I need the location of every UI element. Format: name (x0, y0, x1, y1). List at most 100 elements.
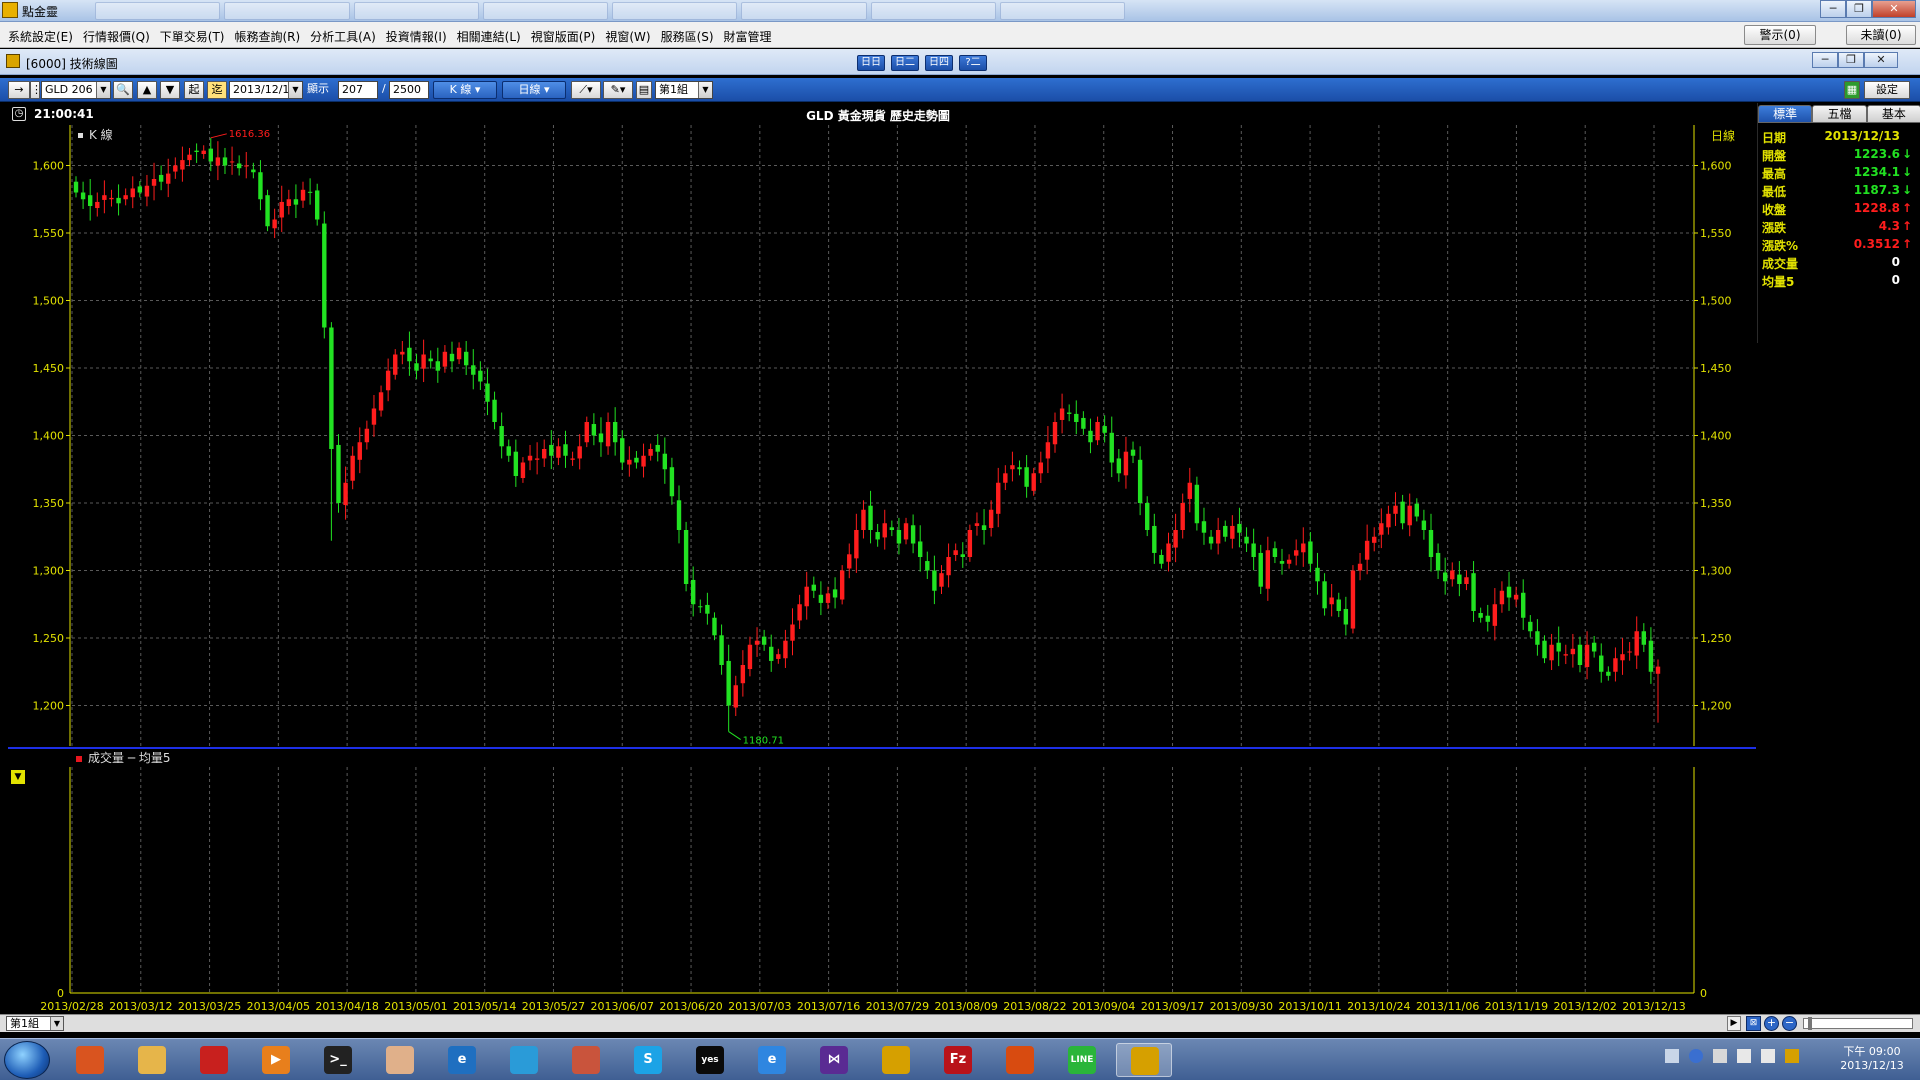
candle-body[interactable] (435, 361, 441, 371)
candle-body[interactable] (1599, 655, 1604, 672)
zoom-fit-button[interactable]: ⊠ (1746, 1016, 1761, 1031)
candle-body[interactable] (1478, 613, 1483, 618)
ghost-tab[interactable] (95, 2, 221, 20)
candle-body[interactable] (1279, 561, 1285, 564)
candle-body[interactable] (322, 223, 327, 328)
menu-item[interactable]: 相關連結(L) (457, 28, 521, 45)
taskbar-item-mascot[interactable] (372, 1043, 428, 1077)
taskbar-item-ie[interactable]: e (744, 1043, 800, 1077)
candle-body[interactable] (1258, 552, 1263, 587)
candle-body[interactable] (1457, 574, 1462, 584)
candle-body[interactable] (499, 426, 504, 447)
tab-five-levels[interactable]: 五檔 (1812, 105, 1867, 123)
candle-body[interactable] (953, 550, 958, 555)
candle-body[interactable] (350, 455, 355, 481)
candle-body[interactable] (1570, 648, 1576, 655)
candle-body[interactable] (1542, 640, 1547, 659)
candle-body[interactable] (634, 457, 639, 463)
candle-body[interactable] (1329, 597, 1334, 605)
candle-body[interactable] (776, 654, 781, 659)
candle-body[interactable] (1088, 430, 1093, 443)
candle-body[interactable] (180, 160, 185, 170)
menu-item[interactable]: 服務區(S) (661, 28, 714, 45)
candle-body[interactable] (1066, 412, 1072, 414)
menu-item[interactable]: 系統設定(E) (8, 28, 73, 45)
tray-help-icon[interactable] (1689, 1049, 1703, 1063)
candle-body[interactable] (95, 201, 100, 209)
candle-body[interactable] (584, 422, 589, 443)
candle-body[interactable] (1648, 640, 1654, 672)
candle-body[interactable] (158, 174, 164, 182)
candle-body[interactable] (549, 444, 554, 456)
candle-body[interactable] (1343, 608, 1349, 625)
candle-body[interactable] (690, 579, 696, 605)
candle-body[interactable] (393, 354, 398, 375)
candle-body[interactable] (137, 186, 143, 193)
candle-body[interactable] (868, 505, 873, 530)
candle-body[interactable] (400, 351, 405, 355)
candle-body[interactable] (80, 192, 86, 200)
candle-body[interactable] (520, 462, 526, 479)
menu-item[interactable]: 行情報價(Q) (83, 28, 150, 45)
candle-body[interactable] (655, 444, 660, 452)
alert-button[interactable]: 警示(0) (1744, 25, 1816, 45)
candle-body[interactable] (208, 148, 213, 162)
menu-item[interactable]: 分析工具(A) (310, 28, 376, 45)
candle-body[interactable] (73, 181, 79, 193)
candle-body[interactable] (769, 646, 774, 661)
previous-symbol-button[interactable]: ▲ (137, 81, 157, 99)
candle-body[interactable] (1442, 572, 1448, 582)
candle-body[interactable] (1627, 651, 1632, 653)
candle-body[interactable] (1464, 577, 1469, 584)
menu-item[interactable]: 視窗(W) (605, 28, 650, 45)
chart-type-dropdown[interactable]: K 線 ▾ (433, 81, 497, 99)
end-date-button[interactable]: 迄 (207, 81, 227, 99)
candle-body[interactable] (1428, 530, 1434, 557)
candle-body[interactable] (1364, 540, 1370, 560)
candle-body[interactable] (598, 433, 604, 443)
ghost-tab[interactable] (353, 2, 479, 20)
candle-body[interactable] (832, 589, 838, 598)
candle-body[interactable] (236, 163, 242, 169)
grid-toggle-button[interactable]: ⋮ (30, 81, 42, 99)
candle-body[interactable] (903, 523, 909, 540)
candle-body[interactable] (1201, 521, 1207, 533)
candle-body[interactable] (1031, 473, 1036, 491)
candle-body[interactable] (754, 640, 760, 645)
candle-body[interactable] (591, 424, 597, 436)
candle-body[interactable] (471, 365, 476, 375)
ghost-tab[interactable] (741, 2, 867, 20)
candle-body[interactable] (286, 199, 292, 206)
candle-body[interactable] (315, 190, 320, 220)
candle-body[interactable] (1166, 543, 1171, 562)
candle-body[interactable] (492, 399, 497, 422)
candle-body[interactable] (144, 185, 150, 197)
candle-body[interactable] (1123, 451, 1129, 476)
candle-body[interactable] (740, 665, 746, 684)
candle-body[interactable] (1521, 592, 1526, 618)
candle-body[interactable] (1322, 581, 1327, 609)
group-select[interactable]: 第1組 ▼ (655, 81, 713, 99)
candle-body[interactable] (662, 453, 668, 470)
candle-body[interactable] (1152, 525, 1157, 553)
candle-body[interactable] (1301, 543, 1306, 553)
candle-body[interactable] (1286, 559, 1292, 564)
candle-body[interactable] (1379, 523, 1384, 535)
taskbar-item-gold-app[interactable] (1116, 1043, 1172, 1077)
candle-body[interactable] (974, 523, 980, 526)
candle-body[interactable] (1159, 554, 1164, 564)
candle-body[interactable] (981, 525, 987, 530)
candle-body[interactable] (1272, 548, 1278, 557)
candle-body[interactable] (676, 500, 682, 530)
candle-body[interactable] (1215, 530, 1221, 544)
candle-body[interactable] (1116, 458, 1122, 474)
taskbar-clock[interactable]: 下午 09:00 2013/12/13 (1830, 1045, 1914, 1073)
candle-body[interactable] (1109, 432, 1114, 463)
candle-body[interactable] (1010, 465, 1015, 470)
candle-body[interactable] (527, 455, 533, 461)
chart-area[interactable]: 1,200 1,200 1,250 1,250 1,300 1,300 1,350 1,350… (0, 103, 1920, 1033)
candle-body[interactable] (825, 593, 831, 603)
taskbar-item-yes-win[interactable]: yes (682, 1043, 738, 1077)
menu-item[interactable]: 下單交易(T) (160, 28, 225, 45)
candle-body[interactable] (648, 449, 653, 456)
